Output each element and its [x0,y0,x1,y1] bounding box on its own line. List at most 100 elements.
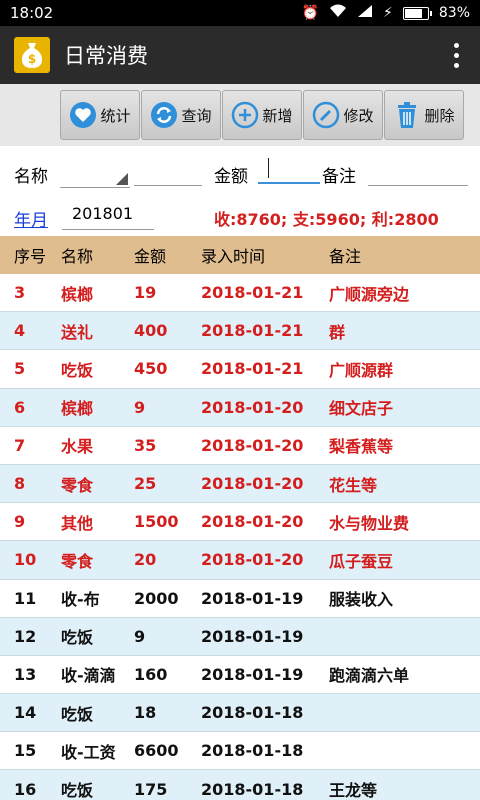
table-row[interactable]: 16 吃饭 175 2018-01-18 王龙等 [0,770,480,800]
heart-icon [70,102,97,128]
cell-date: 2018-01-21 [201,321,304,341]
refresh-icon [151,102,178,128]
dropdown-arrow-icon [116,173,128,185]
cell-name: 槟榔 [61,399,94,419]
add-button[interactable]: 新增 [222,90,302,140]
cell-name: 槟榔 [61,284,94,304]
query-button[interactable]: 查询 [141,90,221,140]
cell-date: 2018-01-19 [201,588,304,608]
cell-amount: 6600 [134,741,179,761]
cell-name: 吃饭 [61,360,94,380]
month-link[interactable]: 年月 [14,206,48,231]
battery-percent: 83% [438,5,470,21]
cell-index: 10 [14,550,37,570]
edit-button[interactable]: 修改 [303,90,383,140]
header-date: 录入时间 [201,247,266,266]
cell-index: 13 [14,664,37,684]
cell-index: 15 [14,741,37,761]
status-bar: 18:02 ⏰ ⚡ 83% [0,0,480,26]
cell-amount: 19 [134,283,157,303]
header-index: 序号 [14,247,47,266]
cell-date: 2018-01-19 [201,664,304,684]
table-row[interactable]: 13 收-滴滴 160 2018-01-19 跑滴滴六单 [0,656,480,695]
cell-note: 瓜子蚕豆 [329,551,394,571]
summary-text: 收:8760; 支:5960; 利:2800 [214,210,439,229]
svg-text:$: $ [28,52,36,66]
cell-amount: 400 [134,321,168,341]
table-row[interactable]: 14 吃饭 18 2018-01-18 [0,694,480,733]
table-row[interactable]: 6 槟榔 9 2018-01-20 细文店子 [0,388,480,427]
cell-amount: 2000 [134,588,179,608]
filter-form: 名称 金额 备注 年月 201801 收:8760; 支:5960; 利:280… [0,146,480,236]
cell-name: 收-滴滴 [61,666,116,686]
wifi-icon [329,4,347,22]
cell-note: 水与物业费 [329,513,410,533]
cell-amount: 1500 [134,512,179,532]
cell-amount: 20 [134,550,157,570]
header-name: 名称 [61,247,94,266]
table-body: 3 槟榔 19 2018-01-21 广顺源旁边 4 送礼 400 2018-01-21 群 5 吃饭… [0,274,480,800]
cell-name: 吃饭 [61,781,94,800]
table-row[interactable]: 7 水果 35 2018-01-20 梨香蕉等 [0,427,480,465]
battery-icon [402,6,432,20]
cell-amount: 160 [134,664,168,684]
cell-amount: 25 [134,474,157,494]
cell-index: 12 [14,626,37,646]
table-row[interactable]: 11 收-布 2000 2018-01-19 服装收入 [0,580,480,618]
cell-name: 其他 [61,513,94,533]
alarm-icon: ⏰ [301,5,320,21]
cell-date: 2018-01-20 [201,397,304,417]
table-row[interactable]: 8 零食 25 2018-01-20 花生等 [0,464,480,504]
cell-note: 广顺源旁边 [329,284,410,304]
cell-date: 2018-01-21 [201,283,304,303]
cell-name: 零食 [61,475,94,495]
table-row[interactable]: 9 其他 1500 2018-01-20 水与物业费 [0,503,480,542]
table-row[interactable]: 12 吃饭 9 2018-01-19 [0,617,480,656]
cell-amount: 9 [134,626,146,646]
cell-name: 吃饭 [61,628,94,648]
cell-name: 收-工资 [61,742,116,762]
cell-index: 3 [14,283,26,303]
overflow-menu-icon[interactable] [446,40,466,70]
table-row[interactable]: 3 槟榔 19 2018-01-21 广顺源旁边 [0,274,480,313]
cell-name: 吃饭 [61,704,94,724]
trash-icon [398,102,417,128]
charging-icon: ⚡ [383,5,393,21]
cell-index: 11 [14,588,37,608]
plus-icon [232,101,259,129]
amount-label: 金额 [214,167,248,187]
month-input[interactable]: 201801 [62,202,154,230]
cell-note: 王龙等 [329,781,378,800]
name-dropdown[interactable] [60,166,130,188]
table-header: 序号 名称 金额 录入时间 备注 [0,236,480,274]
cell-note: 广顺源群 [329,360,394,380]
cell-index: 4 [14,321,26,341]
note-input[interactable] [368,164,468,186]
cell-amount: 18 [134,703,157,723]
records-table: 序号 名称 金额 录入时间 备注 3 槟榔 19 2018-01-21 广顺源旁边 4 送礼… [0,236,480,800]
cell-index: 16 [14,779,37,799]
table-row[interactable]: 4 送礼 400 2018-01-21 群 [0,312,480,351]
table-row[interactable]: 5 吃饭 450 2018-01-21 广顺源群 [0,350,480,389]
app-bar: $ 日常消费 [0,26,480,84]
cell-note: 群 [329,322,346,342]
cell-index: 7 [14,435,26,455]
page-title: 日常消费 [64,44,148,68]
stats-button[interactable]: 统计 [60,90,140,140]
cell-amount: 35 [134,435,157,455]
cell-date: 2018-01-20 [201,474,304,494]
header-note: 备注 [329,247,362,266]
name-input[interactable] [134,164,202,186]
status-time: 18:02 [10,4,54,22]
cell-date: 2018-01-19 [201,626,304,646]
delete-button[interactable]: 删除 [384,90,464,140]
table-row[interactable]: 10 零食 20 2018-01-20 瓜子蚕豆 [0,541,480,580]
cell-name: 送礼 [61,322,94,342]
cell-amount: 450 [134,359,168,379]
cell-note: 花生等 [329,475,378,495]
signal-icon [357,4,373,22]
name-label: 名称 [14,167,48,187]
amount-input[interactable] [258,156,320,184]
cell-date: 2018-01-18 [201,779,304,799]
table-row[interactable]: 15 收-工资 6600 2018-01-18 [0,732,480,771]
